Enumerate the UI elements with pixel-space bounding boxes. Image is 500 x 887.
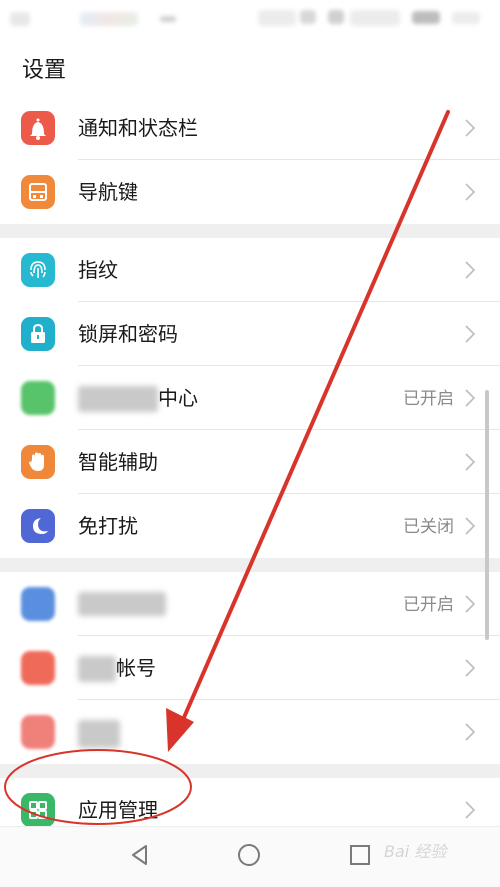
chevron-right-icon (465, 801, 476, 819)
settings-item-fingerprint[interactable]: 指纹 (0, 238, 500, 302)
settings-item-label: 通知和状态栏 (78, 116, 198, 140)
settings-item-label: 锁屏和密码 (78, 322, 178, 346)
settings-item-security-center[interactable]: 中心 已开启 (0, 366, 500, 430)
scrollbar[interactable] (485, 390, 489, 640)
redacted-icon (21, 651, 55, 685)
battery-icon (412, 11, 440, 24)
settings-item-label: 智能辅助 (78, 450, 158, 474)
status-blur-left (10, 12, 30, 26)
signal-icon (328, 10, 344, 24)
settings-item-notifications[interactable]: 通知和状态栏 (0, 96, 500, 160)
chevron-right-icon (465, 723, 476, 741)
page-title: 设置 (22, 58, 67, 83)
settings-item-dnd[interactable]: 免打扰 已关闭 (0, 494, 500, 558)
group-separator (0, 224, 500, 238)
status-bar (0, 0, 500, 36)
chevron-right-icon (465, 453, 476, 471)
settings-item-redacted-1[interactable]: 已开启 (0, 572, 500, 636)
settings-item-status: 已开启 (403, 389, 454, 409)
chevron-right-icon (465, 389, 476, 407)
redaction-mask (78, 592, 166, 616)
redaction-mask (78, 656, 116, 682)
back-icon[interactable] (126, 841, 154, 869)
settings-item-label: 帐号 (116, 656, 156, 680)
apps-grid-icon (21, 793, 55, 827)
redaction-mask (78, 720, 120, 748)
recents-icon[interactable] (346, 841, 374, 869)
settings-item-label: 免打扰 (78, 514, 138, 538)
group-separator (0, 764, 500, 778)
chevron-right-icon (465, 325, 476, 343)
redacted-icon (21, 587, 55, 621)
watermark: Bai 经验 (384, 842, 447, 861)
lock-icon (21, 317, 55, 351)
settings-item-status: 已关闭 (403, 517, 454, 537)
settings-item-status: 已开启 (403, 595, 454, 615)
status-blur-apps (80, 12, 138, 26)
status-blur-end (452, 12, 480, 24)
chevron-right-icon (465, 595, 476, 613)
settings-item-label: 应用管理 (78, 798, 158, 822)
chevron-right-icon (465, 119, 476, 137)
wifi-icon (300, 10, 316, 24)
hand-icon (21, 445, 55, 479)
settings-item-account[interactable]: 帐号 (0, 636, 500, 700)
fingerprint-icon (21, 253, 55, 287)
settings-item-label: 导航键 (78, 180, 138, 204)
chevron-right-icon (465, 517, 476, 535)
chevron-right-icon (465, 659, 476, 677)
chevron-right-icon (465, 183, 476, 201)
bell-icon (21, 111, 55, 145)
home-icon[interactable] (235, 841, 263, 869)
settings-item-nav-key[interactable]: 导航键 (0, 160, 500, 224)
settings-list: 通知和状态栏 导航键 指纹 锁屏和密码 中心 已开启 智能辅助 免打扰 已关闭 已开启 帐号 应用管理 (0, 96, 500, 842)
settings-item-redacted-2[interactable] (0, 700, 500, 764)
redaction-mask (78, 386, 158, 412)
settings-item-label: 指纹 (78, 258, 118, 282)
status-blur-more (160, 16, 176, 22)
settings-item-label: 中心 (158, 386, 198, 410)
redacted-icon (21, 381, 55, 415)
settings-item-lock-screen[interactable]: 锁屏和密码 (0, 302, 500, 366)
moon-icon (21, 509, 55, 543)
nav-key-icon (21, 175, 55, 209)
chevron-right-icon (465, 261, 476, 279)
status-blur-mid (258, 10, 296, 26)
status-blur-right (350, 10, 400, 26)
redacted-icon (21, 715, 55, 749)
group-separator (0, 558, 500, 572)
settings-item-smart-assist[interactable]: 智能辅助 (0, 430, 500, 494)
